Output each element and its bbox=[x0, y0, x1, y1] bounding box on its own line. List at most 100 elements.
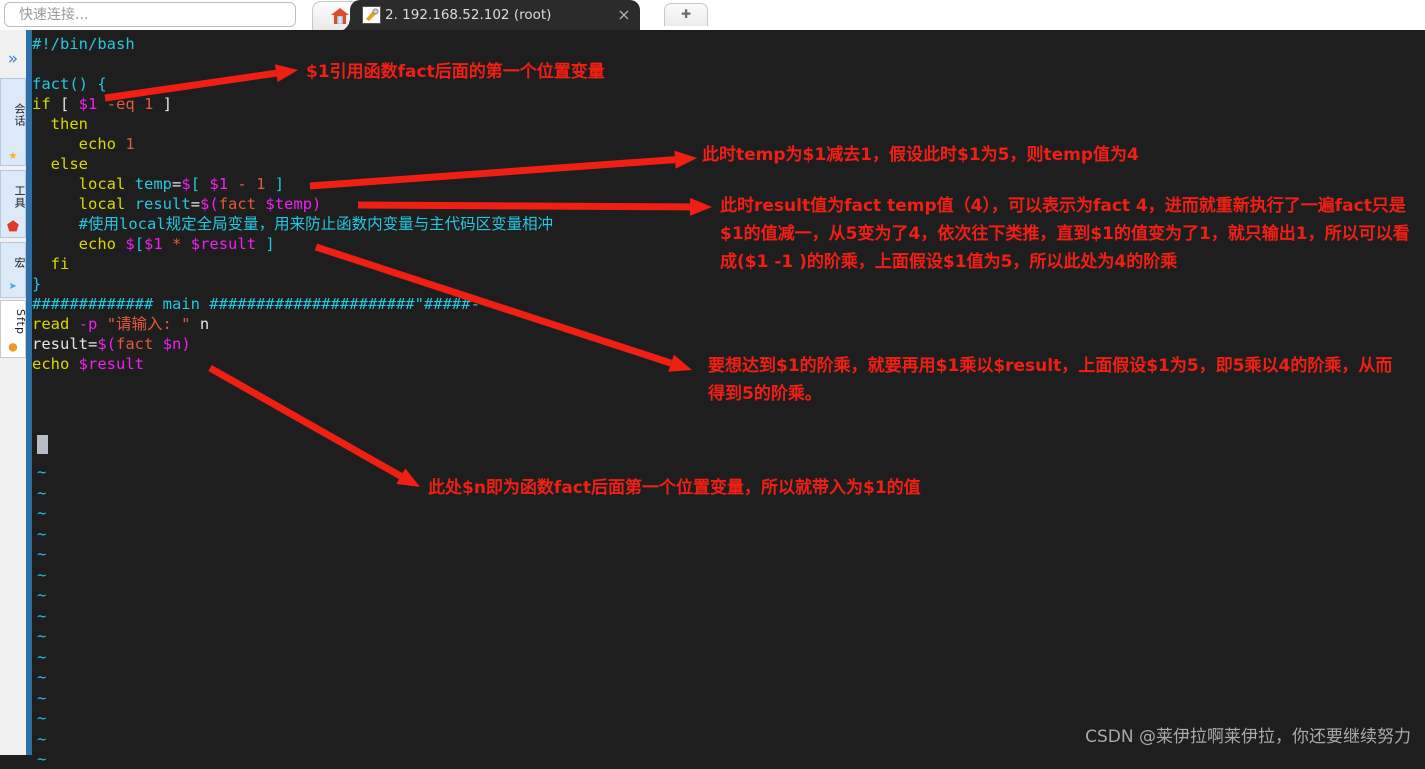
code-token: fact() { bbox=[32, 75, 107, 93]
globe-icon: ● bbox=[8, 339, 18, 355]
code-line: echo $[$1 * $result ] bbox=[32, 234, 275, 254]
code-token: echo bbox=[78, 135, 116, 153]
sidebar-tab-4[interactable]: Sftp ● bbox=[0, 300, 27, 358]
code-token: read bbox=[32, 315, 70, 333]
code-token: ] bbox=[153, 95, 173, 113]
annotation-1: $1引用函数fact后面的第一个位置变量 bbox=[306, 62, 605, 82]
code-line: fi bbox=[32, 254, 70, 274]
vim-tilde: ~ bbox=[37, 709, 47, 727]
code-line: read -p "请输入: " n bbox=[32, 314, 209, 334]
code-line: local result=$(fact $temp) bbox=[32, 194, 322, 214]
code-token: $ bbox=[125, 235, 135, 253]
code-token: result bbox=[134, 195, 191, 213]
code-token: result bbox=[32, 335, 88, 353]
code-token: echo bbox=[78, 235, 116, 253]
sidebar-tab-1[interactable]: 会话 ★ bbox=[0, 78, 26, 166]
code-token: n bbox=[199, 315, 210, 333]
vim-tilde: ~ bbox=[37, 565, 47, 584]
code-token: ] bbox=[256, 235, 275, 253]
vim-tilde: ~ bbox=[37, 688, 47, 707]
code-token: then bbox=[50, 115, 88, 133]
code-token: = bbox=[190, 195, 201, 213]
code-token: ) bbox=[312, 195, 322, 213]
annotation-5: 此处$n即为函数fact后面第一个位置变量，所以就带入为$1的值 bbox=[428, 478, 921, 498]
code-token: local bbox=[78, 175, 126, 193]
quick-connect-input[interactable] bbox=[4, 2, 296, 27]
vim-tilde: ~ bbox=[37, 647, 47, 666]
vim-tilde: ~ bbox=[37, 729, 47, 748]
annotation-2: 此时temp为$1减去1，假设此时$1为5，则temp值为4 bbox=[702, 145, 1139, 165]
code-token: $result bbox=[190, 235, 257, 253]
code-token: * bbox=[172, 235, 182, 253]
text-cursor bbox=[37, 435, 48, 454]
code-token: $ bbox=[181, 175, 191, 193]
code-token: -p bbox=[78, 315, 98, 333]
code-token: $1 bbox=[144, 235, 163, 253]
tab-close-button[interactable]: × bbox=[612, 0, 636, 30]
vim-tilde: ~ bbox=[37, 586, 47, 604]
vim-tilde: ~ bbox=[37, 524, 47, 543]
code-line: then bbox=[32, 114, 88, 134]
code-line: fact() { bbox=[32, 74, 107, 94]
code-token: temp bbox=[134, 175, 173, 193]
vim-tilde: ~ bbox=[37, 668, 47, 686]
knife-icon: ⬟ bbox=[6, 219, 20, 235]
code-token: fact bbox=[218, 195, 257, 213]
code-token: } bbox=[32, 275, 42, 293]
vim-tilde: ~ bbox=[37, 606, 47, 625]
code-line: if [ $1 -eq 1 ] bbox=[32, 94, 172, 114]
annotation-3: 此时result值为fact temp值（4），可以表示为fact 4，进而就重… bbox=[720, 196, 1410, 272]
code-token: [ bbox=[134, 235, 145, 253]
vim-tilde: ~ bbox=[37, 463, 47, 481]
key-icon bbox=[362, 6, 381, 24]
expand-sidebar-icon[interactable]: » bbox=[0, 46, 26, 72]
annotation-4: 要想达到$1的阶乘，就要再用$1乘以$result，上面假设$1为5，即5乘以4… bbox=[708, 356, 1393, 404]
code-token: 1 bbox=[144, 95, 154, 113]
code-token: fact bbox=[116, 335, 154, 353]
code-token: $result bbox=[78, 355, 144, 373]
code-token: - bbox=[237, 175, 247, 193]
code-line: #!/bin/bash bbox=[32, 34, 135, 54]
tab-strip: 2. 192.168.52.102 (root) × ✚ bbox=[300, 0, 1425, 30]
code-line: echo $result bbox=[32, 354, 144, 374]
code-line: ############# main #####################… bbox=[32, 294, 480, 314]
code-token: $1 bbox=[209, 175, 229, 193]
tab-session-active[interactable]: 2. 192.168.52.102 (root) × bbox=[336, 0, 640, 30]
code-token: "请输入: " bbox=[106, 315, 191, 333]
sidebar-tab-3[interactable]: 宏 ➤ bbox=[0, 242, 26, 298]
code-token: local bbox=[78, 195, 126, 213]
code-token: echo bbox=[32, 355, 70, 373]
vim-tilde: ~ bbox=[37, 750, 47, 768]
code-token: else bbox=[50, 155, 88, 173]
code-token: = bbox=[172, 175, 182, 193]
code-line: } bbox=[32, 274, 41, 294]
vim-tilde: ~ bbox=[37, 483, 47, 502]
code-line: local temp=$[ $1 - 1 ] bbox=[32, 174, 284, 194]
code-token: ] bbox=[265, 175, 285, 193]
code-token: [ bbox=[60, 95, 79, 113]
tab-session-label: 2. 192.168.52.102 (root) bbox=[385, 7, 552, 23]
code-token: -eq bbox=[106, 95, 135, 113]
new-tab-button[interactable]: ✚ bbox=[664, 3, 708, 26]
sidebar-tab-label: 工具 bbox=[13, 185, 26, 209]
code-line: result=$(fact $n) bbox=[32, 334, 191, 354]
sidebar-tab-2[interactable]: 工具 ⬟ bbox=[0, 170, 26, 238]
code-line: #使用local规定全局变量，用来防止函数内变量与主代码区变量相冲 bbox=[32, 214, 554, 234]
